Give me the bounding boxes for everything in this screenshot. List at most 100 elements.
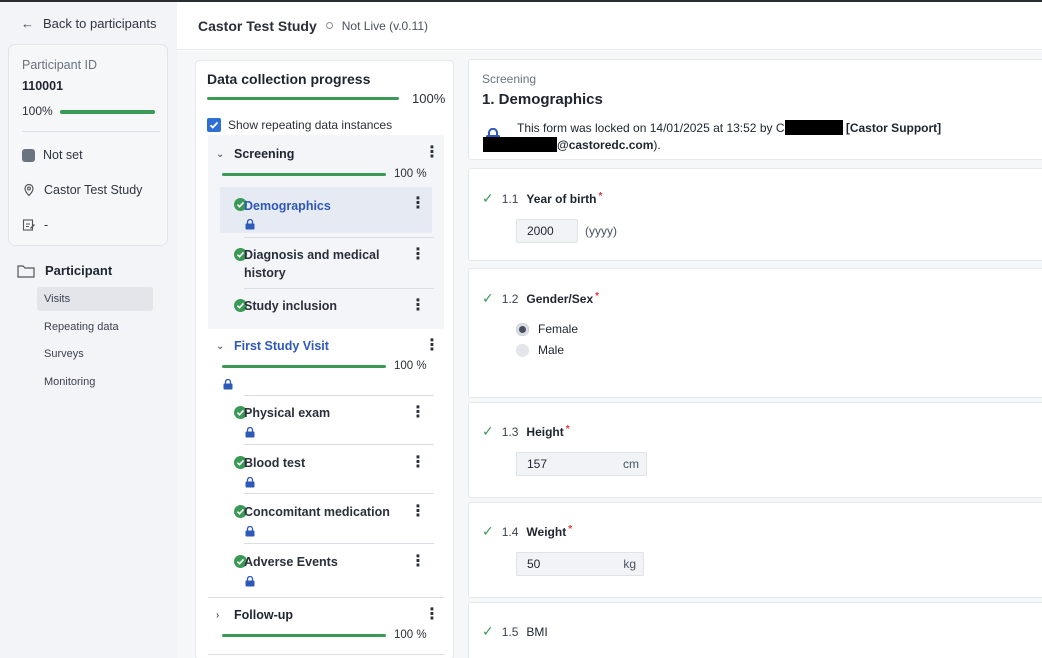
form-header-card: Screening 1. Demographics This form was … (468, 59, 1042, 160)
item-more-icon[interactable]: ⋮ (410, 554, 426, 570)
list-item-study-inclusion[interactable]: Study inclusion ⋮ (220, 297, 432, 319)
sidebar-item-monitoring[interactable]: Monitoring (37, 370, 153, 394)
overall-progress-text: 100% (412, 91, 446, 106)
radio-label: Male (538, 343, 565, 357)
first-visit-more-icon[interactable]: ⋮ (424, 338, 440, 354)
participant-nav-heading: Participant (17, 263, 112, 278)
show-repeating-label: Show repeating data instances (228, 118, 393, 132)
divider (244, 444, 434, 445)
folder-icon (17, 264, 35, 278)
participant-card: Participant ID 110001 100% Not set Casto… (8, 44, 168, 246)
divider (208, 597, 444, 598)
check-icon: ✓ (482, 423, 494, 439)
follow-up-progress-bar (222, 634, 386, 637)
question-label-row: ✓ 1.4 Weight * (482, 523, 572, 540)
back-label: Back to participants (43, 16, 157, 31)
overall-progress-bar (207, 97, 399, 100)
lock-icon (245, 476, 255, 491)
item-more-icon[interactable]: ⋮ (410, 504, 426, 520)
first-visit-percent: 100 % (394, 360, 427, 372)
status-text: Not set (43, 148, 83, 162)
back-to-participants-link[interactable]: ← Back to participants (21, 16, 156, 31)
item-more-icon[interactable]: ⋮ (410, 455, 426, 471)
sidebar-item-visits[interactable]: Visits (37, 287, 153, 311)
participant-extra: - (22, 218, 48, 232)
participant-id-label: Participant ID (22, 58, 98, 72)
item-label: Study inclusion (244, 299, 338, 313)
participant-site: Castor Test Study (22, 183, 142, 197)
checkbox-checked-icon (207, 118, 221, 132)
participant-progress-bar (60, 110, 155, 114)
extra-text: - (44, 218, 49, 232)
lock-icon (223, 378, 233, 393)
edit-form-icon (22, 219, 35, 231)
item-more-icon[interactable]: ⋮ (410, 405, 426, 421)
radio-label: Female (538, 322, 579, 336)
chevron-down-icon: ⌄ (216, 340, 225, 352)
weight-unit: kg (623, 557, 636, 571)
list-item-concomitant-medication[interactable]: Concomitant medication ⋮ (220, 503, 432, 543)
radio-unselected-icon (516, 343, 529, 357)
first-visit-header[interactable]: ⌄ First Study Visit (216, 339, 329, 353)
height-unit: cm (623, 457, 639, 471)
lock-icon (245, 218, 255, 233)
list-item-adverse-events[interactable]: Adverse Events ⋮ (220, 553, 432, 593)
lock-email-domain: @castoredc.com (557, 138, 654, 152)
follow-up-percent: 100 % (394, 629, 427, 641)
lock-role: [Castor Support] (845, 121, 942, 135)
item-label: Physical exam (244, 406, 331, 420)
progress-title: Data collection progress (207, 71, 371, 87)
screening-header[interactable]: ⌄ Screening (216, 147, 294, 161)
sidebar-item-repeating-data[interactable]: Repeating data (37, 315, 153, 339)
question-label-row: ✓ 1.2 Gender/Sex * (482, 290, 599, 307)
height-input[interactable]: 157 cm (516, 452, 647, 476)
follow-up-header[interactable]: › Follow-up (216, 608, 293, 622)
item-label: Diagnosis and medical history (244, 248, 380, 280)
question-number: 1.2 (501, 291, 519, 306)
item-label: Blood test (244, 456, 306, 470)
screening-progress-bar (222, 173, 386, 176)
radio-male[interactable]: Male (516, 343, 564, 357)
sidebar-item-surveys[interactable]: Surveys (37, 342, 153, 366)
question-number: 1.5 (501, 624, 519, 639)
item-more-icon[interactable]: ⋮ (410, 247, 426, 263)
sidebar: ← Back to participants Participant ID 11… (0, 2, 177, 658)
item-more-icon[interactable]: ⋮ (410, 196, 426, 212)
lock-icon (245, 575, 255, 590)
lock-text-end: ). (653, 138, 661, 152)
question-number: 1.3 (501, 424, 519, 439)
check-icon: ✓ (482, 190, 494, 206)
participant-status[interactable]: Not set (22, 148, 83, 162)
year-format-hint: (yyyy) (585, 224, 617, 238)
divider (244, 395, 434, 396)
chevron-down-icon: ⌄ (216, 148, 225, 160)
redacted-name (784, 120, 843, 135)
radio-female[interactable]: Female (516, 322, 578, 336)
item-label: Concomitant medication (244, 505, 390, 519)
question-label: Year of birth * (526, 191, 603, 206)
screening-label: Screening (234, 147, 295, 161)
check-icon: ✓ (482, 523, 494, 539)
divider (244, 237, 434, 238)
list-item-demographics[interactable]: Demographics ⋮ (220, 187, 432, 233)
question-label-row: ✓ 1.1 Year of birth * (482, 190, 602, 207)
main-area: Data collection progress 100% Show repea… (177, 51, 1042, 658)
list-item-diagnosis[interactable]: Diagnosis and medical history ⋮ (220, 246, 432, 286)
question-label-row: ✓ 1.5 BMI (482, 623, 548, 640)
question-label: Gender/Sex * (526, 291, 600, 306)
list-item-blood-test[interactable]: Blood test ⋮ (220, 454, 432, 494)
study-status: Not Live (v.0.11) (341, 18, 429, 33)
year-of-birth-input[interactable]: 2000 (516, 219, 578, 243)
item-more-icon[interactable]: ⋮ (410, 298, 426, 314)
question-label-row: ✓ 1.3 Height * (482, 423, 570, 440)
weight-input[interactable]: 50 kg (516, 552, 644, 576)
chevron-right-icon: › (216, 609, 220, 621)
question-number: 1.4 (501, 524, 519, 539)
follow-up-more-icon[interactable]: ⋮ (424, 607, 440, 623)
list-item-physical-exam[interactable]: Physical exam ⋮ (220, 404, 432, 444)
item-label: Demographics (244, 199, 331, 213)
divider (244, 543, 434, 544)
form-breadcrumb[interactable]: Screening (482, 72, 536, 86)
show-repeating-checkbox[interactable]: Show repeating data instances (207, 118, 392, 132)
screening-more-icon[interactable]: ⋮ (424, 145, 440, 161)
